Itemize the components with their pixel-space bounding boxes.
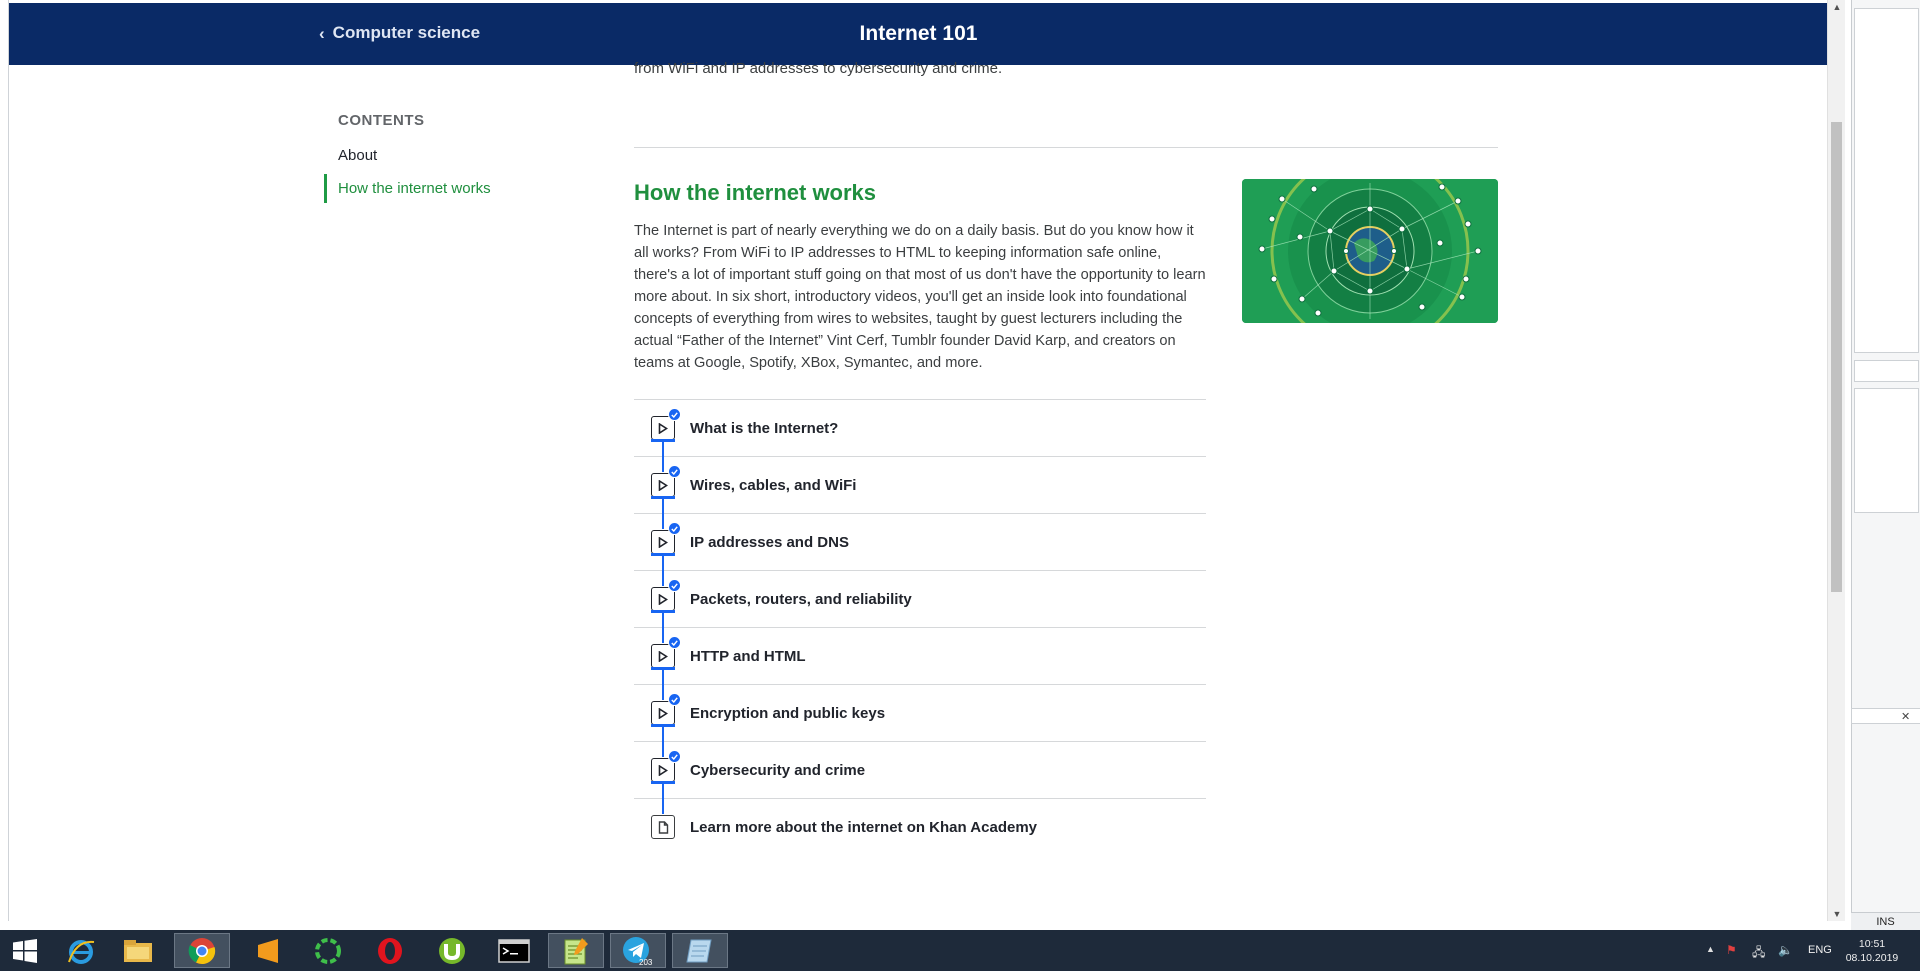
telegram-unread-badge: 203 [639,958,653,967]
completed-check-icon [668,465,681,478]
lesson-item-learn-more-khan-academy[interactable]: Learn more about the internet on Khan Ac… [634,798,1206,855]
lesson-item-encryption-public-keys[interactable]: Encryption and public keys [634,684,1206,757]
close-icon[interactable]: ✕ [1901,710,1910,723]
volume-icon[interactable]: 🔈 [1778,943,1793,957]
scroll-down-arrow-icon[interactable]: ▼ [1828,909,1846,919]
lesson-title: Learn more about the internet on Khan Ac… [690,818,1037,836]
progress-connector [662,784,664,814]
green-ring-app-icon[interactable] [300,933,356,968]
completed-check-icon [668,693,681,706]
completed-check-icon [668,522,681,535]
lesson-item-wires-cables-wifi[interactable]: Wires, cables, and WiFi [634,456,1206,529]
side-panel-pane-top [1854,8,1919,353]
progress-connector [662,499,664,529]
completed-check-icon [668,408,681,421]
show-hidden-icons-arrow-icon[interactable]: ▲ [1706,944,1715,954]
clock-time: 10:51 [1858,938,1886,950]
lesson-item-cybersecurity-crime[interactable]: Cybersecurity and crime [634,741,1206,814]
progress-connector [662,556,664,586]
start-icon[interactable] [0,933,50,968]
chrome-icon[interactable] [174,933,230,968]
internet-network-illustration [1242,179,1498,323]
intro-text-tail: from WiFi and IP addresses to cybersecur… [634,60,1003,77]
action-center-flag-icon[interactable]: ⚑ [1726,943,1737,957]
progress-connector [662,613,664,643]
sidebar-item-how-the-internet-works[interactable]: How the internet works [324,174,574,203]
article-icon [651,815,675,839]
contents-sidebar: CONTENTS About How the internet works [324,112,574,203]
notes-app-icon[interactable] [672,933,728,968]
input-language[interactable]: ENG [1808,944,1832,956]
section-title: How the internet works [634,180,877,205]
lesson-title: IP addresses and DNS [690,533,849,551]
lesson-title: HTTP and HTML [690,647,806,665]
lesson-item-http-html[interactable]: HTTP and HTML [634,627,1206,700]
scroll-up-arrow-icon[interactable]: ▲ [1828,2,1846,12]
completed-check-icon [668,750,681,763]
telegram-icon[interactable]: 203 [610,933,666,968]
lesson-title: Encryption and public keys [690,704,886,722]
lesson-title: Packets, routers, and reliability [690,590,912,608]
section-divider [634,147,1498,148]
progress-connector [662,442,664,472]
lesson-title: What is the Internet? [690,419,839,437]
progress-connector [662,670,664,700]
top-navigation-bar: ‹ Computer science Internet 101 [9,3,1827,65]
lesson-item-what-is-the-internet[interactable]: What is the Internet? [634,399,1206,472]
side-panel-pane-divider [1854,360,1919,382]
sidebar-item-about[interactable]: About [324,141,574,170]
file-explorer-icon[interactable] [110,933,166,968]
section-description: The Internet is part of nearly everythin… [634,223,1206,371]
contents-heading: CONTENTS [338,112,425,129]
clock-date: 08.10.2019 [1845,952,1899,964]
completed-check-icon [668,636,681,649]
notepad-plus-plus-icon[interactable] [548,933,604,968]
scrollbar-thumb[interactable] [1831,122,1842,592]
internet-explorer-icon[interactable] [53,933,109,968]
sublime-text-icon[interactable] [240,933,296,968]
page-scrollbar[interactable]: ▲ ▼ [1827,0,1845,921]
progress-connector [662,727,664,757]
lesson-item-packets-routers[interactable]: Packets, routers, and reliability [634,570,1206,643]
right-side-panel: ✕ [1851,0,1920,930]
browser-viewport: ‹ Computer science Internet 101 from WiF… [8,0,1827,921]
lesson-item-ip-addresses-dns[interactable]: IP addresses and DNS [634,513,1206,586]
side-panel-pane-middle [1854,388,1919,513]
lesson-title: Wires, cables, and WiFi [690,476,857,494]
completed-check-icon [668,579,681,592]
opera-icon[interactable] [362,933,418,968]
system-clock[interactable]: 10:51 08.10.2019 [1842,937,1902,965]
lesson-title: Cybersecurity and crime [690,761,866,779]
windows-taskbar: 203 ▲ ⚑ 🖧 🔈 ENG 10:51 08.10.2019 [0,930,1920,971]
utorrent-icon[interactable] [424,933,480,968]
insert-mode-indicator: INS [1851,912,1920,930]
network-icon[interactable]: 🖧 [1752,943,1765,964]
command-prompt-icon[interactable] [486,933,542,968]
network-globe-image [1242,179,1498,323]
lesson-list: What is the Internet? Wires, cables, and… [634,399,1206,855]
page-title: Internet 101 [859,22,978,45]
